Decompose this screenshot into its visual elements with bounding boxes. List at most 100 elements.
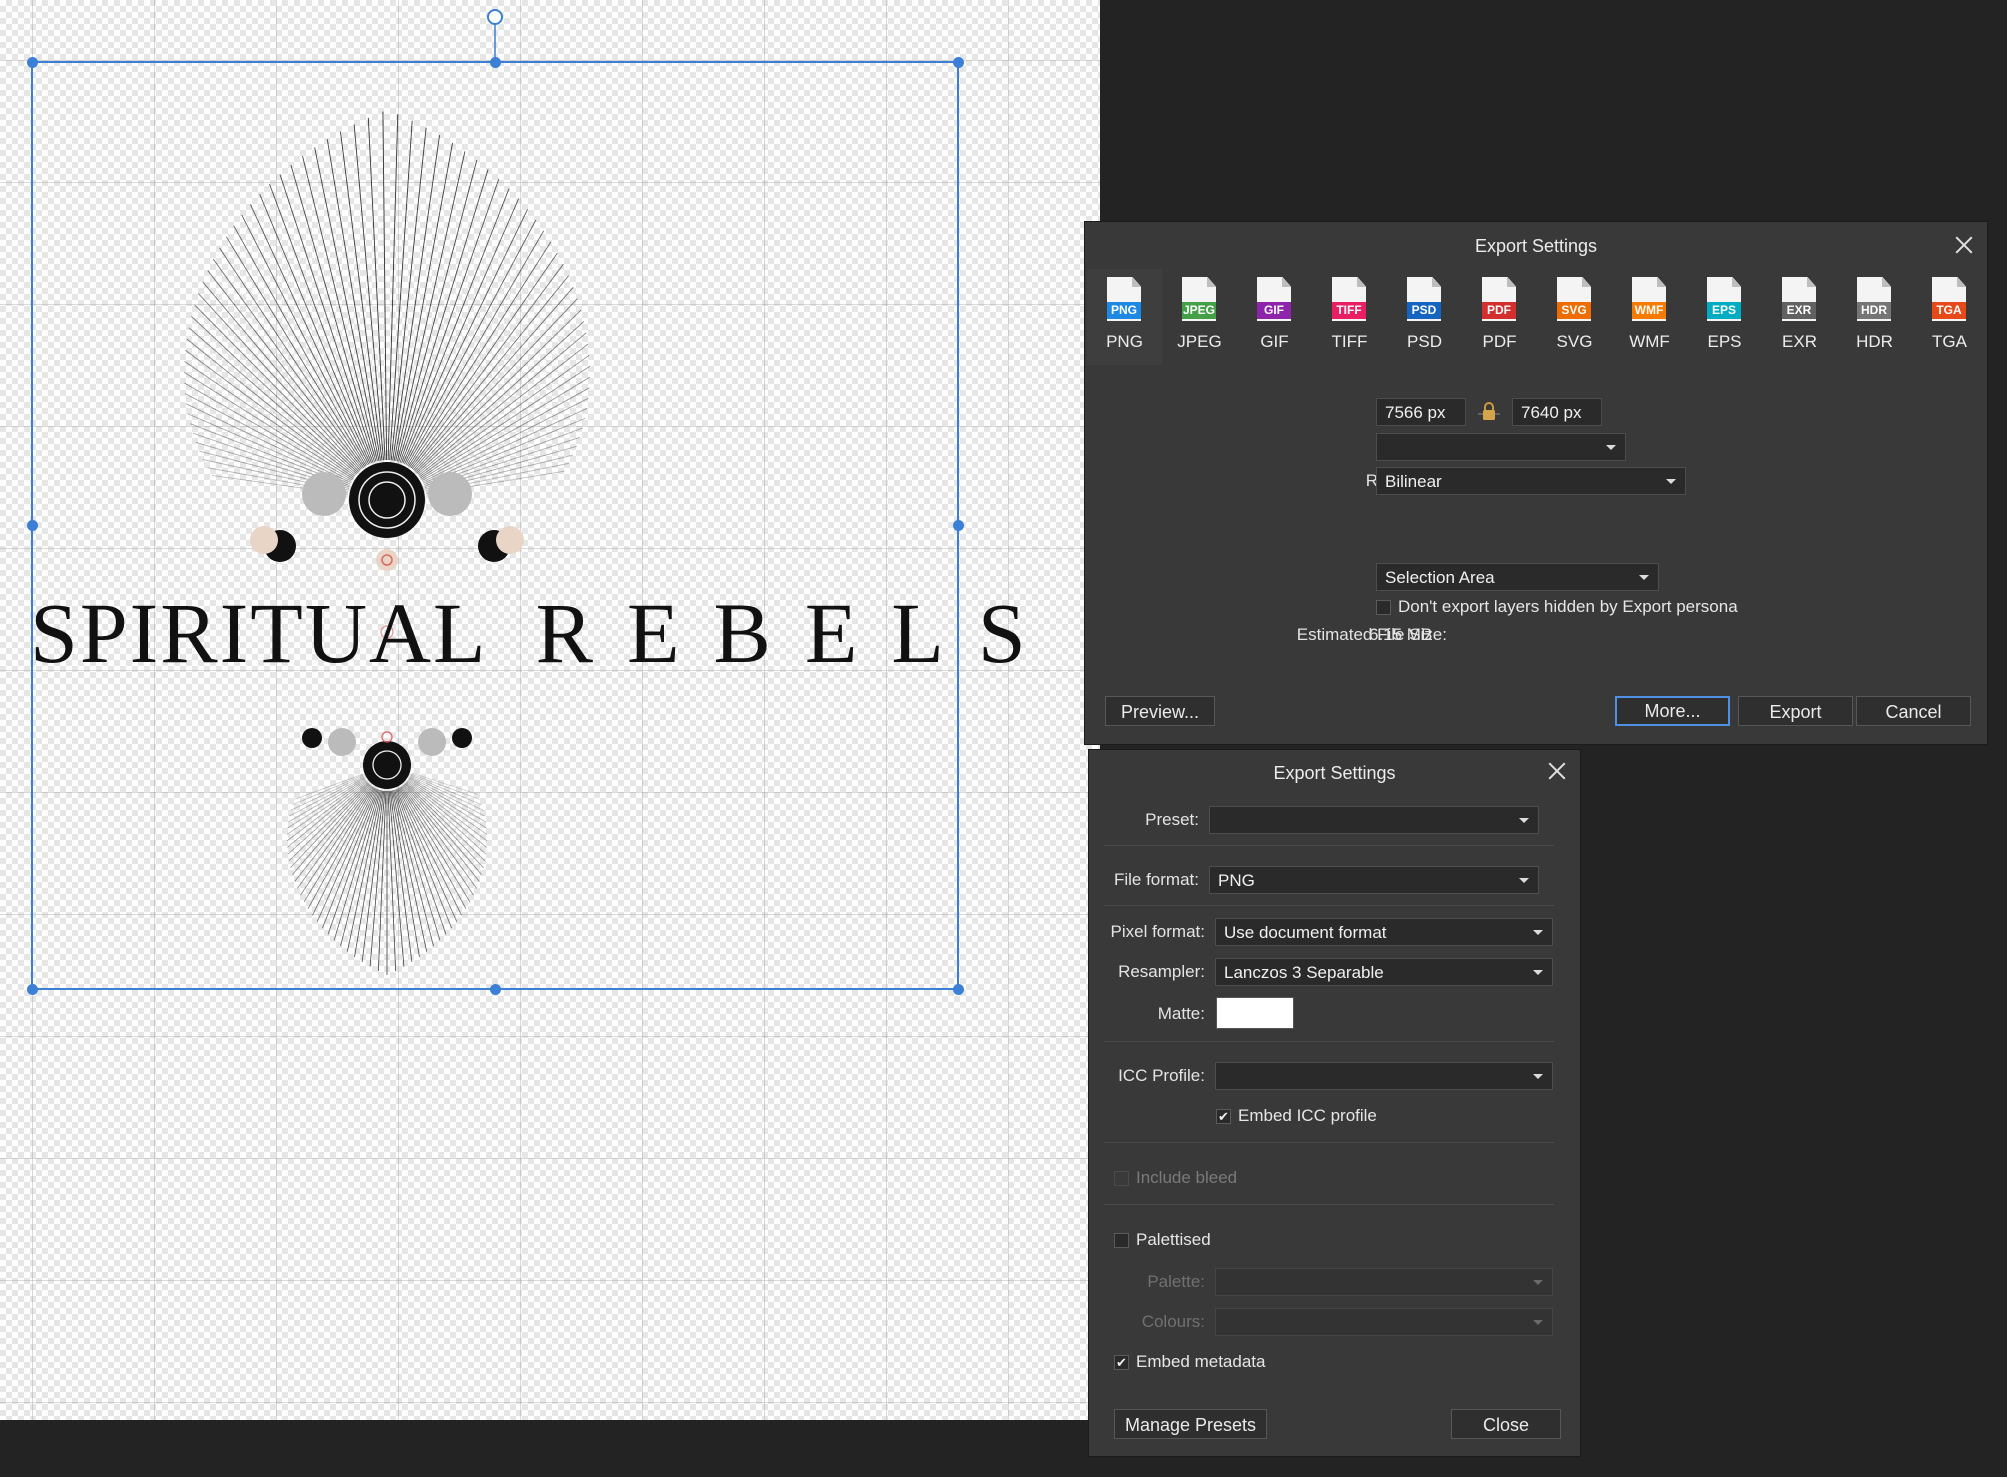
format-tab-label: PSD: [1407, 332, 1442, 351]
artwork-title-word-1: SPIRITUAL: [30, 585, 488, 681]
top-ray-burst: [183, 111, 591, 495]
resize-handle-top[interactable]: [490, 57, 501, 68]
document-canvas[interactable]: SPIRITUAL REBELS: [0, 0, 1100, 1420]
resize-handle-left[interactable]: [27, 520, 38, 531]
width-field[interactable]: 7566 px: [1376, 398, 1466, 426]
separator: [1104, 1204, 1554, 1205]
eps-file-icon: EPS: [1707, 277, 1741, 321]
preset-dropdown[interactable]: [1209, 806, 1539, 834]
resize-handle-bottom[interactable]: [490, 984, 501, 995]
format-tab-svg[interactable]: SVG SVG: [1537, 269, 1612, 365]
palettised-label: Palettised: [1136, 1230, 1211, 1249]
area-dropdown[interactable]: Selection Area: [1376, 563, 1659, 591]
format-icon-label: SVG: [1557, 302, 1591, 319]
preset-label: Preset:: [1145, 810, 1199, 829]
format-tab-label: WMF: [1629, 332, 1670, 351]
height-field[interactable]: 7640 px: [1512, 398, 1602, 426]
artwork-title-text: SPIRITUAL REBELS: [30, 585, 1026, 681]
wmf-file-icon: WMF: [1632, 277, 1666, 321]
resampler-dropdown[interactable]: Lanczos 3 Separable: [1215, 958, 1553, 986]
pdf-file-icon: PDF: [1482, 277, 1516, 321]
preset-dropdown[interactable]: [1376, 433, 1626, 461]
close-button[interactable]: Close: [1451, 1409, 1561, 1439]
resize-handle-bottom-right[interactable]: [953, 984, 964, 995]
cancel-button[interactable]: Cancel: [1856, 696, 1971, 726]
preview-button[interactable]: Preview...: [1105, 696, 1215, 726]
exr-file-icon: EXR: [1782, 277, 1816, 321]
format-tab-label: EPS: [1707, 332, 1742, 351]
palette-dropdown[interactable]: [1215, 1268, 1553, 1296]
format-icon-label: TGA: [1932, 302, 1966, 319]
matte-color-swatch[interactable]: [1216, 997, 1294, 1029]
resample-dropdown[interactable]: Bilinear: [1376, 467, 1686, 495]
gif-file-icon: GIF: [1257, 277, 1291, 321]
pixel-format-dropdown[interactable]: Use document format: [1215, 918, 1553, 946]
format-tab-label: PNG: [1106, 332, 1143, 351]
file-format-dropdown[interactable]: PNG: [1209, 866, 1539, 894]
resize-handle-right[interactable]: [953, 520, 964, 531]
file-format-label: File format:: [1113, 870, 1199, 889]
embed-icc-checkbox[interactable]: ✔: [1216, 1109, 1231, 1124]
palettised-checkbox[interactable]: [1114, 1233, 1129, 1248]
artwork-graphic: [31, 22, 959, 990]
embed-metadata-label: Embed metadata: [1136, 1352, 1266, 1371]
format-icon-label: EPS: [1707, 302, 1741, 319]
separator: [1104, 1142, 1554, 1143]
format-tab-label: GIF: [1260, 332, 1289, 351]
embed-metadata-checkbox[interactable]: ✔: [1114, 1355, 1129, 1370]
chevron-down-icon: [1606, 445, 1616, 450]
format-icon-label: EXR: [1782, 302, 1816, 319]
export-button[interactable]: Export: [1738, 696, 1853, 726]
icc-profile-label: ICC Profile:: [1118, 1066, 1205, 1085]
format-tab-tga[interactable]: TGA TGA: [1912, 269, 1987, 365]
format-tab-pdf[interactable]: PDF PDF: [1462, 269, 1537, 365]
format-tab-exr[interactable]: EXR EXR: [1762, 269, 1837, 365]
format-tab-label: TIFF: [1331, 332, 1368, 351]
more-button[interactable]: More...: [1615, 696, 1730, 726]
format-tab-label: PDF: [1482, 332, 1517, 351]
png-file-icon: PNG: [1107, 277, 1141, 321]
chevron-down-icon: [1666, 479, 1676, 484]
format-tab-png[interactable]: PNG PNG: [1087, 269, 1162, 365]
include-bleed-label: Include bleed: [1136, 1168, 1238, 1187]
format-tab-hdr[interactable]: HDR HDR: [1837, 269, 1912, 365]
manage-presets-button[interactable]: Manage Presets: [1114, 1409, 1267, 1439]
rotation-handle[interactable]: [487, 9, 503, 25]
jpeg-file-icon: JPEG: [1182, 277, 1216, 321]
format-icon-label: PDF: [1482, 302, 1516, 319]
export-settings-more-dialog: Export Settings Preset: File format: PNG…: [1089, 750, 1580, 1456]
format-tab-tiff[interactable]: TIFF TIFF: [1312, 269, 1387, 365]
export-settings-dialog: Export Settings PNG PNG JPEG JPEG GIF GIF TIFF…: [1085, 222, 1987, 744]
format-icon-label: TIFF: [1332, 302, 1366, 319]
area-value: Selection Area: [1385, 568, 1495, 587]
format-icon-label: WMF: [1632, 302, 1666, 319]
chevron-down-icon: [1519, 818, 1529, 823]
resize-handle-top-right[interactable]: [953, 57, 964, 68]
bottom-ray-burst: [286, 772, 488, 975]
resampler-label: Resampler:: [1118, 962, 1205, 981]
format-tab-psd[interactable]: PSD PSD: [1387, 269, 1462, 365]
resize-handle-bottom-left[interactable]: [27, 984, 38, 995]
embed-icc-label: Embed ICC profile: [1238, 1106, 1377, 1125]
format-tab-label: EXR: [1782, 332, 1817, 351]
tga-file-icon: TGA: [1932, 277, 1966, 321]
chevron-down-icon: [1533, 1280, 1543, 1285]
bottom-ornament: [302, 728, 472, 789]
pixel-format-value: Use document format: [1224, 923, 1387, 942]
format-tab-gif[interactable]: GIF GIF: [1237, 269, 1312, 365]
format-tab-jpeg[interactable]: JPEG JPEG: [1162, 269, 1237, 365]
separator: [1104, 905, 1554, 906]
format-icon-label: PSD: [1407, 302, 1441, 319]
icc-profile-dropdown[interactable]: [1215, 1062, 1553, 1090]
format-tab-label: SVG: [1556, 332, 1593, 351]
format-tab-wmf[interactable]: WMF WMF: [1612, 269, 1687, 365]
colours-dropdown[interactable]: [1215, 1308, 1553, 1336]
resize-handle-top-left[interactable]: [27, 57, 38, 68]
include-bleed-checkbox[interactable]: [1114, 1171, 1129, 1186]
palette-label: Palette:: [1147, 1272, 1205, 1291]
format-tab-eps[interactable]: EPS EPS: [1687, 269, 1762, 365]
close-icon[interactable]: [1548, 762, 1566, 780]
hidden-layers-checkbox[interactable]: [1376, 600, 1391, 615]
hdr-file-icon: HDR: [1857, 277, 1891, 321]
lock-aspect-icon[interactable]: [1478, 400, 1500, 424]
